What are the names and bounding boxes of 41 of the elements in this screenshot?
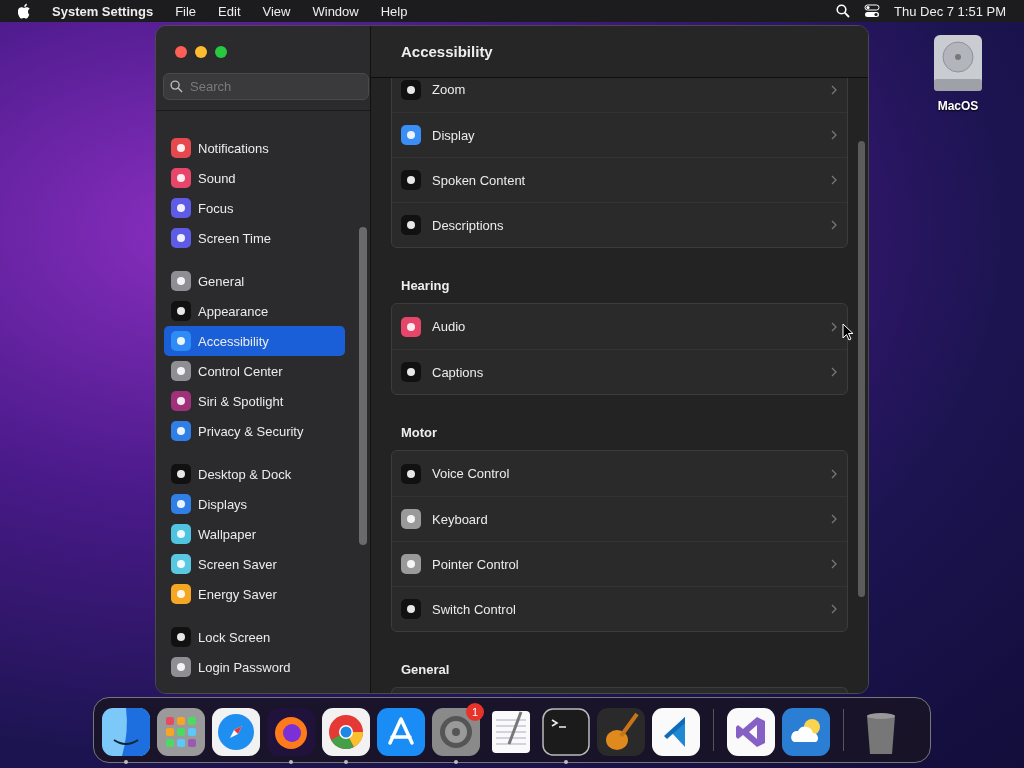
- settings-row[interactable]: Keyboard: [392, 496, 847, 541]
- sidebar-item[interactable]: Lock Screen: [164, 622, 345, 652]
- settings-row[interactable]: Pointer Control: [392, 541, 847, 586]
- settings-row[interactable]: Captions: [392, 349, 847, 394]
- page-title: Accessibility: [401, 43, 493, 60]
- sidebar-item[interactable]: Accessibility: [164, 326, 345, 356]
- sidebar-item[interactable]: Login Password: [164, 652, 345, 682]
- menu-item[interactable]: Edit: [218, 3, 241, 19]
- sidebar-item[interactable]: Focus: [164, 193, 345, 223]
- menu-item[interactable]: Window: [312, 3, 359, 19]
- menu-app-name[interactable]: System Settings: [52, 3, 154, 19]
- settings-row[interactable]: Spoken Content: [392, 157, 847, 202]
- settings-row[interactable]: Audio: [392, 304, 847, 349]
- settings-row[interactable]: Descriptions: [392, 202, 847, 247]
- sidebar-item[interactable]: Privacy & Security: [164, 416, 345, 446]
- sidebar-item[interactable]: General: [164, 266, 345, 296]
- section-heading: General: [401, 662, 450, 677]
- sidebar-item[interactable]: Desktop & Dock: [164, 459, 345, 489]
- settings-row[interactable]: Voice Control: [392, 451, 847, 496]
- sidebar-item[interactable]: Screen Time: [164, 223, 345, 253]
- settings-row[interactable]: Switch Control: [392, 586, 847, 631]
- sidebar-item[interactable]: Displays: [164, 489, 345, 519]
- search-field[interactable]: Search: [163, 73, 369, 100]
- sidebar-item[interactable]: Siri & Spotlight: [164, 386, 345, 416]
- sidebar-item[interactable]: Notifications: [164, 133, 345, 163]
- settings-row[interactable]: Display: [392, 112, 847, 157]
- settings-row[interactable]: Zoom: [392, 78, 847, 112]
- menu-clock[interactable]: Thu Dec 7 1:51 PM: [894, 3, 1006, 19]
- menu-item[interactable]: Help: [380, 3, 408, 19]
- sidebar-item[interactable]: Sound: [164, 163, 345, 193]
- sidebar-item[interactable]: Appearance: [164, 296, 345, 326]
- sidebar-item[interactable]: Wallpaper: [164, 519, 345, 549]
- sidebar-item[interactable]: Screen Saver: [164, 549, 345, 579]
- section-heading: Hearing: [401, 278, 450, 293]
- section-heading: Motor: [401, 425, 438, 440]
- menu-item[interactable]: File: [175, 3, 197, 19]
- sidebar-item[interactable]: Control Center: [164, 356, 345, 386]
- disk-label: MacOS: [937, 99, 979, 113]
- sidebar-item[interactable]: Energy Saver: [164, 579, 345, 609]
- notification-badge: 1: [466, 703, 484, 721]
- menu-item[interactable]: View: [262, 3, 291, 19]
